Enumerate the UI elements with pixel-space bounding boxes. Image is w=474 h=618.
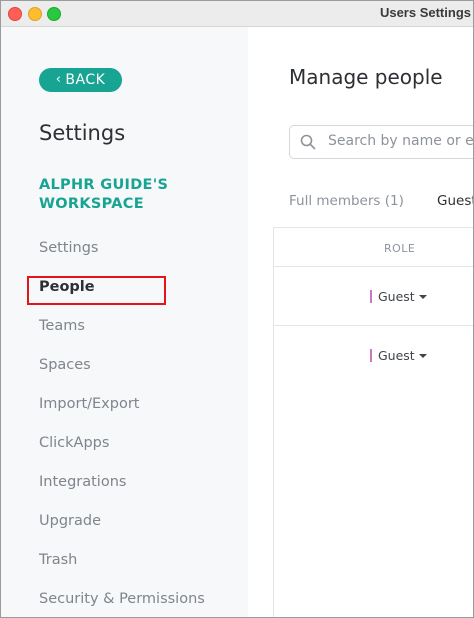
settings-sidebar: ‹ BACK Settings ALPHR GUIDE'S WORKSPACE …	[1, 27, 248, 617]
window-title: Users Settings	[379, 5, 471, 20]
header-divider	[274, 266, 473, 267]
zoom-window-button[interactable]	[47, 7, 61, 21]
sidebar-item-integrations[interactable]: Integrations	[39, 474, 126, 490]
role-value: Guest	[378, 289, 415, 304]
role-marker	[370, 349, 372, 362]
tab-full-members[interactable]: Full members (1)	[289, 193, 404, 209]
sidebar-title: Settings	[39, 121, 126, 145]
sidebar-item-clickapps[interactable]: ClickApps	[39, 435, 109, 451]
role-marker	[370, 290, 372, 303]
sidebar-item-import-export[interactable]: Import/Export	[39, 396, 139, 412]
people-highlight-box	[27, 276, 166, 305]
sidebar-item-spaces[interactable]: Spaces	[39, 357, 91, 373]
role-dropdown[interactable]: Guest	[370, 348, 427, 363]
sidebar-item-upgrade[interactable]: Upgrade	[39, 513, 101, 529]
sidebar-item-security-permissions[interactable]: Security & Permissions	[39, 591, 205, 607]
workspace-name: ALPHR GUIDE'S WORKSPACE	[39, 177, 169, 212]
caret-down-icon	[418, 353, 427, 358]
sidebar-item-trash[interactable]: Trash	[39, 552, 77, 568]
search-icon	[300, 134, 316, 150]
sidebar-item-teams[interactable]: Teams	[39, 318, 85, 334]
people-table: ROLE Guest Guest	[273, 227, 473, 617]
close-window-button[interactable]	[8, 7, 22, 21]
back-button-label: BACK	[65, 72, 106, 88]
main-content: Manage people Full members (1) Guests RO…	[248, 27, 473, 617]
minimize-window-button[interactable]	[28, 7, 42, 21]
search-input[interactable]	[328, 126, 473, 156]
tab-guests[interactable]: Guests	[437, 193, 473, 209]
title-bar: Users Settings	[1, 1, 473, 27]
caret-down-icon	[418, 294, 427, 299]
role-dropdown[interactable]: Guest	[370, 289, 427, 304]
page-title: Manage people	[289, 65, 443, 89]
search-box[interactable]	[289, 125, 473, 159]
sidebar-item-settings[interactable]: Settings	[39, 240, 98, 256]
row-divider	[274, 325, 473, 326]
role-value: Guest	[378, 348, 415, 363]
app-window: Users Settings ‹ BACK Settings ALPHR GUI…	[0, 0, 474, 618]
back-button[interactable]: ‹ BACK	[39, 68, 122, 92]
role-column-header: ROLE	[384, 242, 416, 255]
chevron-left-icon: ‹	[55, 71, 62, 87]
